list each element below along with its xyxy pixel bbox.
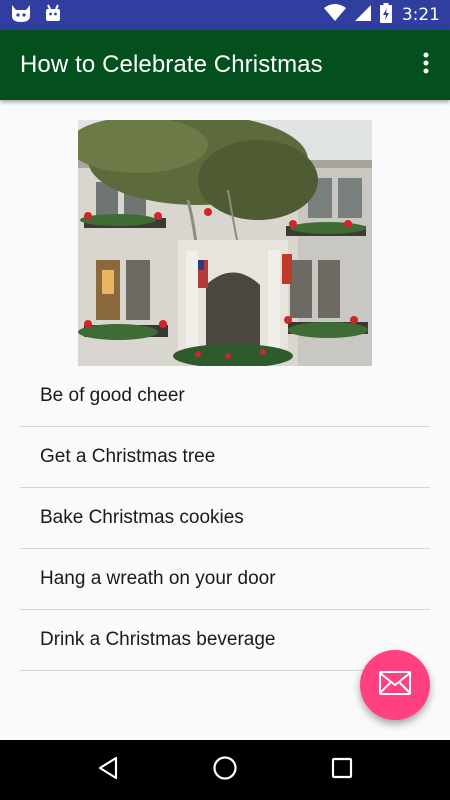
more-vert-icon	[423, 52, 429, 79]
cat-notification-icon	[10, 3, 32, 28]
wifi-icon	[323, 3, 346, 27]
list-item[interactable]: Hang a wreath on your door	[20, 549, 430, 610]
cellular-signal-icon	[354, 4, 372, 27]
hero-image	[78, 120, 372, 366]
status-time: 3:21	[401, 5, 440, 25]
app-bar: How to Celebrate Christmas	[0, 30, 450, 100]
tips-list: Be of good cheer Get a Christmas tree Ba…	[20, 366, 430, 671]
system-nav-bar	[0, 740, 450, 800]
list-item[interactable]: Be of good cheer	[20, 366, 430, 427]
recents-button[interactable]	[317, 745, 367, 795]
home-button[interactable]	[200, 745, 250, 795]
email-fab-button[interactable]	[360, 650, 430, 720]
android-notification-icon	[44, 3, 62, 28]
overflow-menu-button[interactable]	[414, 45, 438, 85]
status-bar: 3:21	[0, 0, 450, 30]
back-icon	[97, 756, 119, 785]
app-title: How to Celebrate Christmas	[20, 51, 323, 78]
list-item[interactable]: Bake Christmas cookies	[20, 488, 430, 549]
home-icon	[212, 755, 238, 786]
status-bar-system: 3:21	[323, 2, 440, 28]
list-item[interactable]: Get a Christmas tree	[20, 427, 430, 488]
battery-charging-icon	[379, 2, 392, 28]
back-button[interactable]	[83, 745, 133, 795]
recents-icon	[331, 757, 353, 784]
status-bar-notifications	[10, 3, 62, 28]
content-area: Be of good cheer Get a Christmas tree Ba…	[0, 100, 450, 740]
email-icon	[379, 670, 411, 700]
